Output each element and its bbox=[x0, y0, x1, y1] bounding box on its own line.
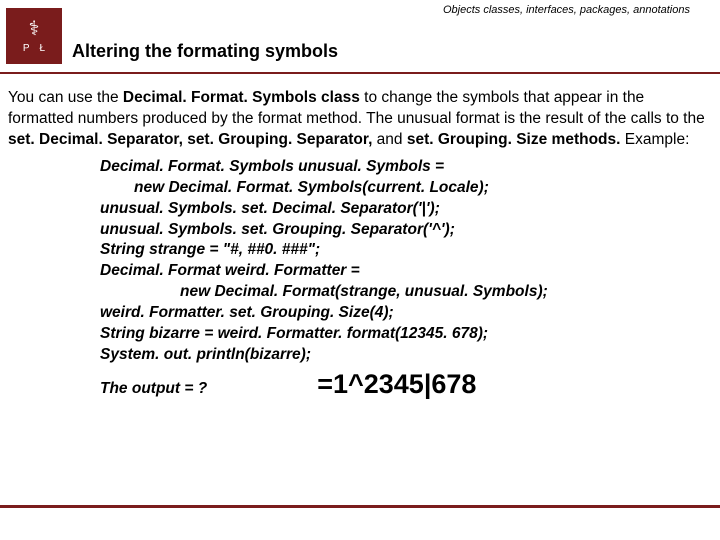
logo-emblem-icon: ⚕ bbox=[29, 19, 40, 39]
slide-title: Altering the formating symbols bbox=[72, 41, 720, 62]
intro-t4: Example: bbox=[620, 131, 689, 148]
logo-letter-2: Ł bbox=[40, 43, 46, 54]
header-subtitle: Objects classes, interfaces, packages, a… bbox=[443, 4, 690, 16]
slide-content: You can use the Decimal. Format. Symbols… bbox=[0, 74, 720, 402]
code-line-2: new Decimal. Format. Symbols(current. Lo… bbox=[134, 178, 712, 199]
code-line-6: Decimal. Format weird. Formatter = bbox=[100, 261, 712, 282]
university-logo: ⚕ P Ł bbox=[6, 8, 62, 64]
logo-letter-1: P bbox=[23, 43, 30, 54]
code-line-7: new Decimal. Format(strange, unusual. Sy… bbox=[180, 282, 712, 303]
code-block: Decimal. Format. Symbols unusual. Symbol… bbox=[100, 157, 712, 403]
intro-paragraph: You can use the Decimal. Format. Symbols… bbox=[8, 88, 712, 151]
code-line-5: String strange = "#, ##0. ###"; bbox=[100, 240, 712, 261]
intro-t1: You can use the bbox=[8, 89, 123, 106]
logo-letters: P Ł bbox=[23, 43, 45, 54]
output-label: The output = ? bbox=[100, 379, 207, 400]
intro-b1: Decimal. Format. Symbols class bbox=[123, 89, 360, 106]
slide-header: ⚕ P Ł Objects classes, interfaces, packa… bbox=[0, 0, 720, 74]
intro-t3: and bbox=[372, 131, 406, 148]
code-line-3: unusual. Symbols. set. Decimal. Separato… bbox=[100, 199, 712, 220]
output-row: The output = ? =1^2345|678 bbox=[100, 366, 712, 402]
output-value: =1^2345|678 bbox=[317, 366, 476, 402]
code-line-4: unusual. Symbols. set. Grouping. Separat… bbox=[100, 220, 712, 241]
footer-line bbox=[0, 505, 720, 508]
intro-b2: set. Decimal. Separator, set. Grouping. … bbox=[8, 131, 372, 148]
code-line-10: System. out. println(bizarre); bbox=[100, 345, 712, 366]
code-line-1: Decimal. Format. Symbols unusual. Symbol… bbox=[100, 157, 712, 178]
title-area: Objects classes, interfaces, packages, a… bbox=[72, 0, 720, 72]
code-line-9: String bizarre = weird. Formatter. forma… bbox=[100, 324, 712, 345]
code-line-8: weird. Formatter. set. Grouping. Size(4)… bbox=[100, 303, 712, 324]
intro-b3: set. Grouping. Size methods. bbox=[407, 131, 621, 148]
